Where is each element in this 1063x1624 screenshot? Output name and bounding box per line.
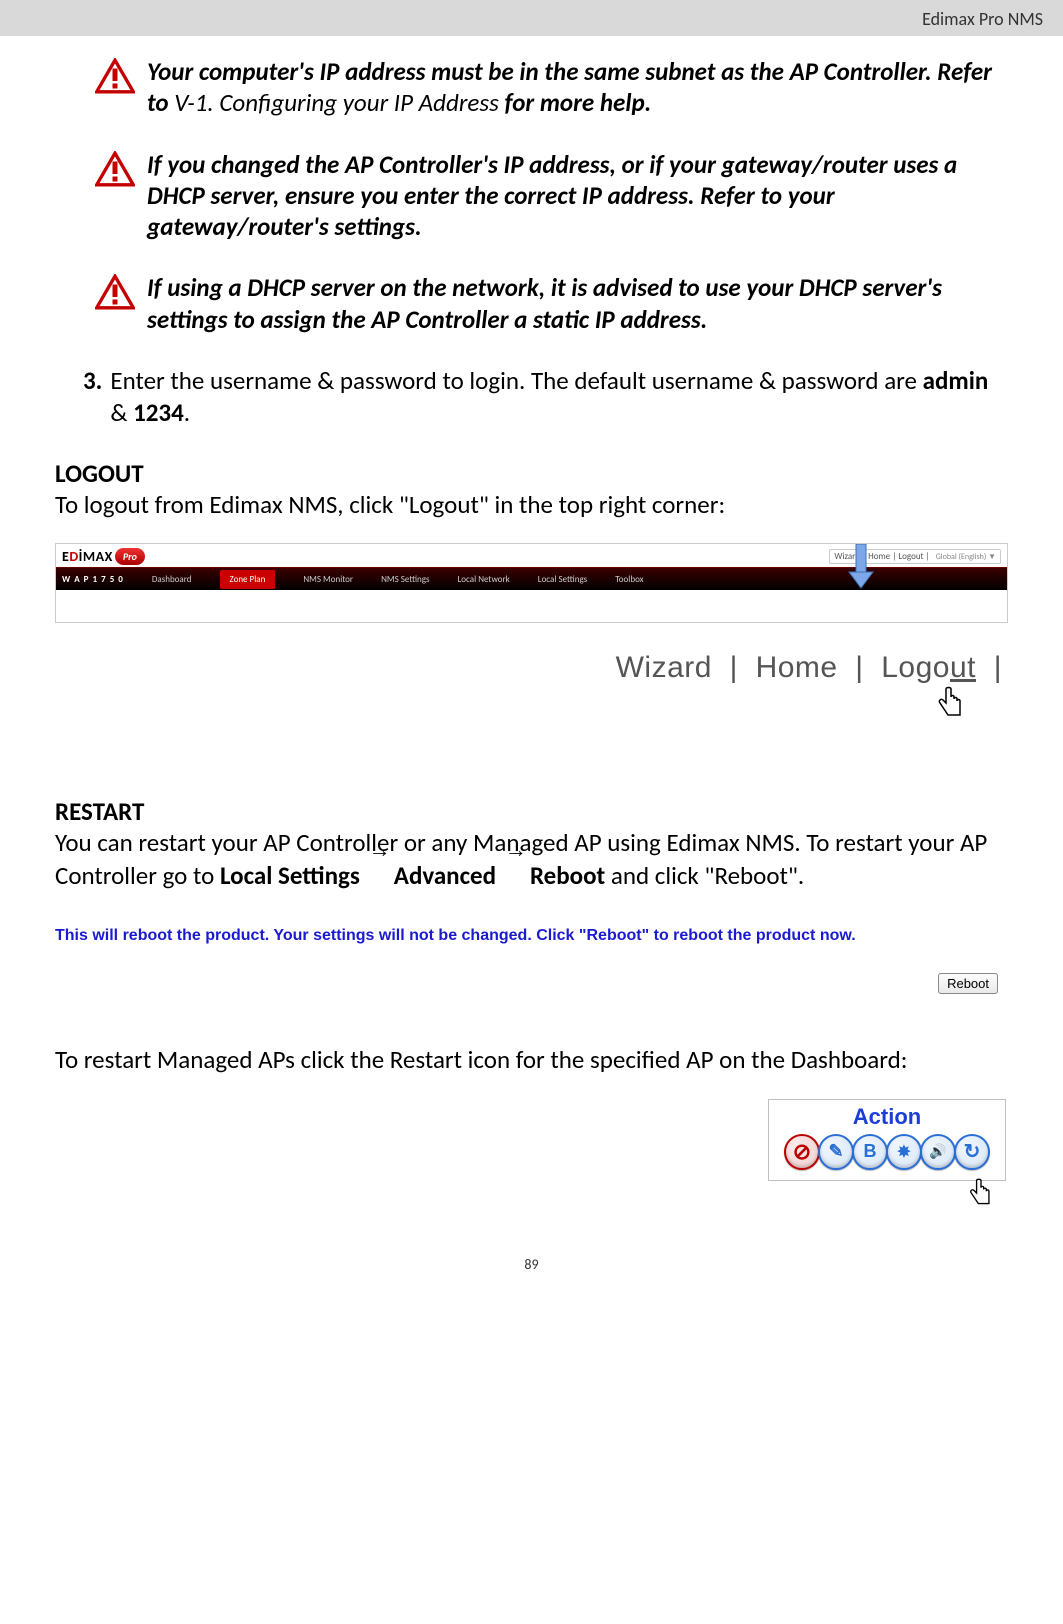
restart-icon[interactable]: ↻ xyxy=(954,1134,990,1170)
callout-arrow-icon xyxy=(847,544,875,589)
edit-icon[interactable]: ✎ xyxy=(818,1134,854,1170)
arrow-icon: → xyxy=(369,836,391,865)
warning-text: If you changed the AP Controller's IP ad… xyxy=(147,149,1008,243)
warning-block: If you changed the AP Controller's IP ad… xyxy=(95,149,1008,243)
reboot-button[interactable]: Reboot xyxy=(938,973,998,994)
action-icons-row: ⊘ ✎ B ✸ 🔊 ↻ xyxy=(775,1134,999,1170)
step-number: 3. xyxy=(83,365,102,430)
pro-badge: Pro xyxy=(115,548,145,565)
logout-heading: LOGOUT xyxy=(55,458,1008,489)
warning-icon xyxy=(95,151,135,187)
nav-nms-settings[interactable]: NMS Settings xyxy=(381,574,429,585)
warning-text: If using a DHCP server on the network, i… xyxy=(147,272,1008,335)
edimax-logo: EDİMAX xyxy=(62,548,113,565)
cursor-hand-icon xyxy=(55,1175,1008,1216)
nav-local-network[interactable]: Local Network xyxy=(458,574,510,585)
nms-header-screenshot: EDİMAX Pro Wizard | Home | Logout | Glob… xyxy=(55,543,1008,623)
step-text: Enter the username & password to login. … xyxy=(110,365,1008,430)
language-selector[interactable]: Global (English) ▼ xyxy=(936,552,996,562)
model-label: W A P 1 7 5 0 xyxy=(62,574,124,585)
action-title: Action xyxy=(775,1104,999,1130)
warning-icon xyxy=(95,274,135,310)
action-panel: Action ⊘ ✎ B ✸ 🔊 ↻ xyxy=(768,1099,1006,1181)
restart-text: You can restart your AP Controller or an… xyxy=(55,827,1008,892)
disable-icon[interactable]: ⊘ xyxy=(784,1134,820,1170)
nav-dashboard[interactable]: Dashboard xyxy=(152,574,192,585)
zoom-logout[interactable]: Logout xyxy=(881,651,976,684)
logout-zoom-text: Wizard | Home | Logout | xyxy=(55,651,1008,685)
warning-icon xyxy=(95,58,135,94)
nav-zone-plan[interactable]: Zone Plan xyxy=(220,570,276,589)
warning-block: Your computer's IP address must be in th… xyxy=(95,56,1008,119)
restart-ap-text: To restart Managed APs click the Restart… xyxy=(55,1044,1008,1077)
page-number: 89 xyxy=(55,1256,1008,1273)
page-content: Your computer's IP address must be in th… xyxy=(0,36,1063,1293)
blink-icon[interactable]: ✸ xyxy=(886,1134,922,1170)
logout-text: To logout from Edimax NMS, click "Logout… xyxy=(55,489,1008,522)
b-icon[interactable]: B xyxy=(852,1134,888,1170)
zoom-home[interactable]: Home xyxy=(756,651,838,684)
arrow-icon: → xyxy=(505,836,527,865)
reboot-note: This will reboot the product. Your setti… xyxy=(55,927,1008,945)
zoom-wizard[interactable]: Wizard xyxy=(616,651,712,684)
doc-header: Edimax Pro NMS xyxy=(0,0,1063,36)
cursor-hand-icon xyxy=(55,683,1008,728)
buzzer-icon[interactable]: 🔊 xyxy=(920,1134,956,1170)
warning-block: If using a DHCP server on the network, i… xyxy=(95,272,1008,335)
nav-nms-monitor[interactable]: NMS Monitor xyxy=(303,574,353,585)
nav-local-settings[interactable]: Local Settings xyxy=(538,574,587,585)
restart-heading: RESTART xyxy=(55,796,1008,827)
warning-text: Your computer's IP address must be in th… xyxy=(147,56,1008,119)
doc-title: Edimax Pro NMS xyxy=(922,8,1043,30)
nav-toolbox[interactable]: Toolbox xyxy=(615,574,643,585)
step-block: 3. Enter the username & password to logi… xyxy=(83,365,1008,430)
